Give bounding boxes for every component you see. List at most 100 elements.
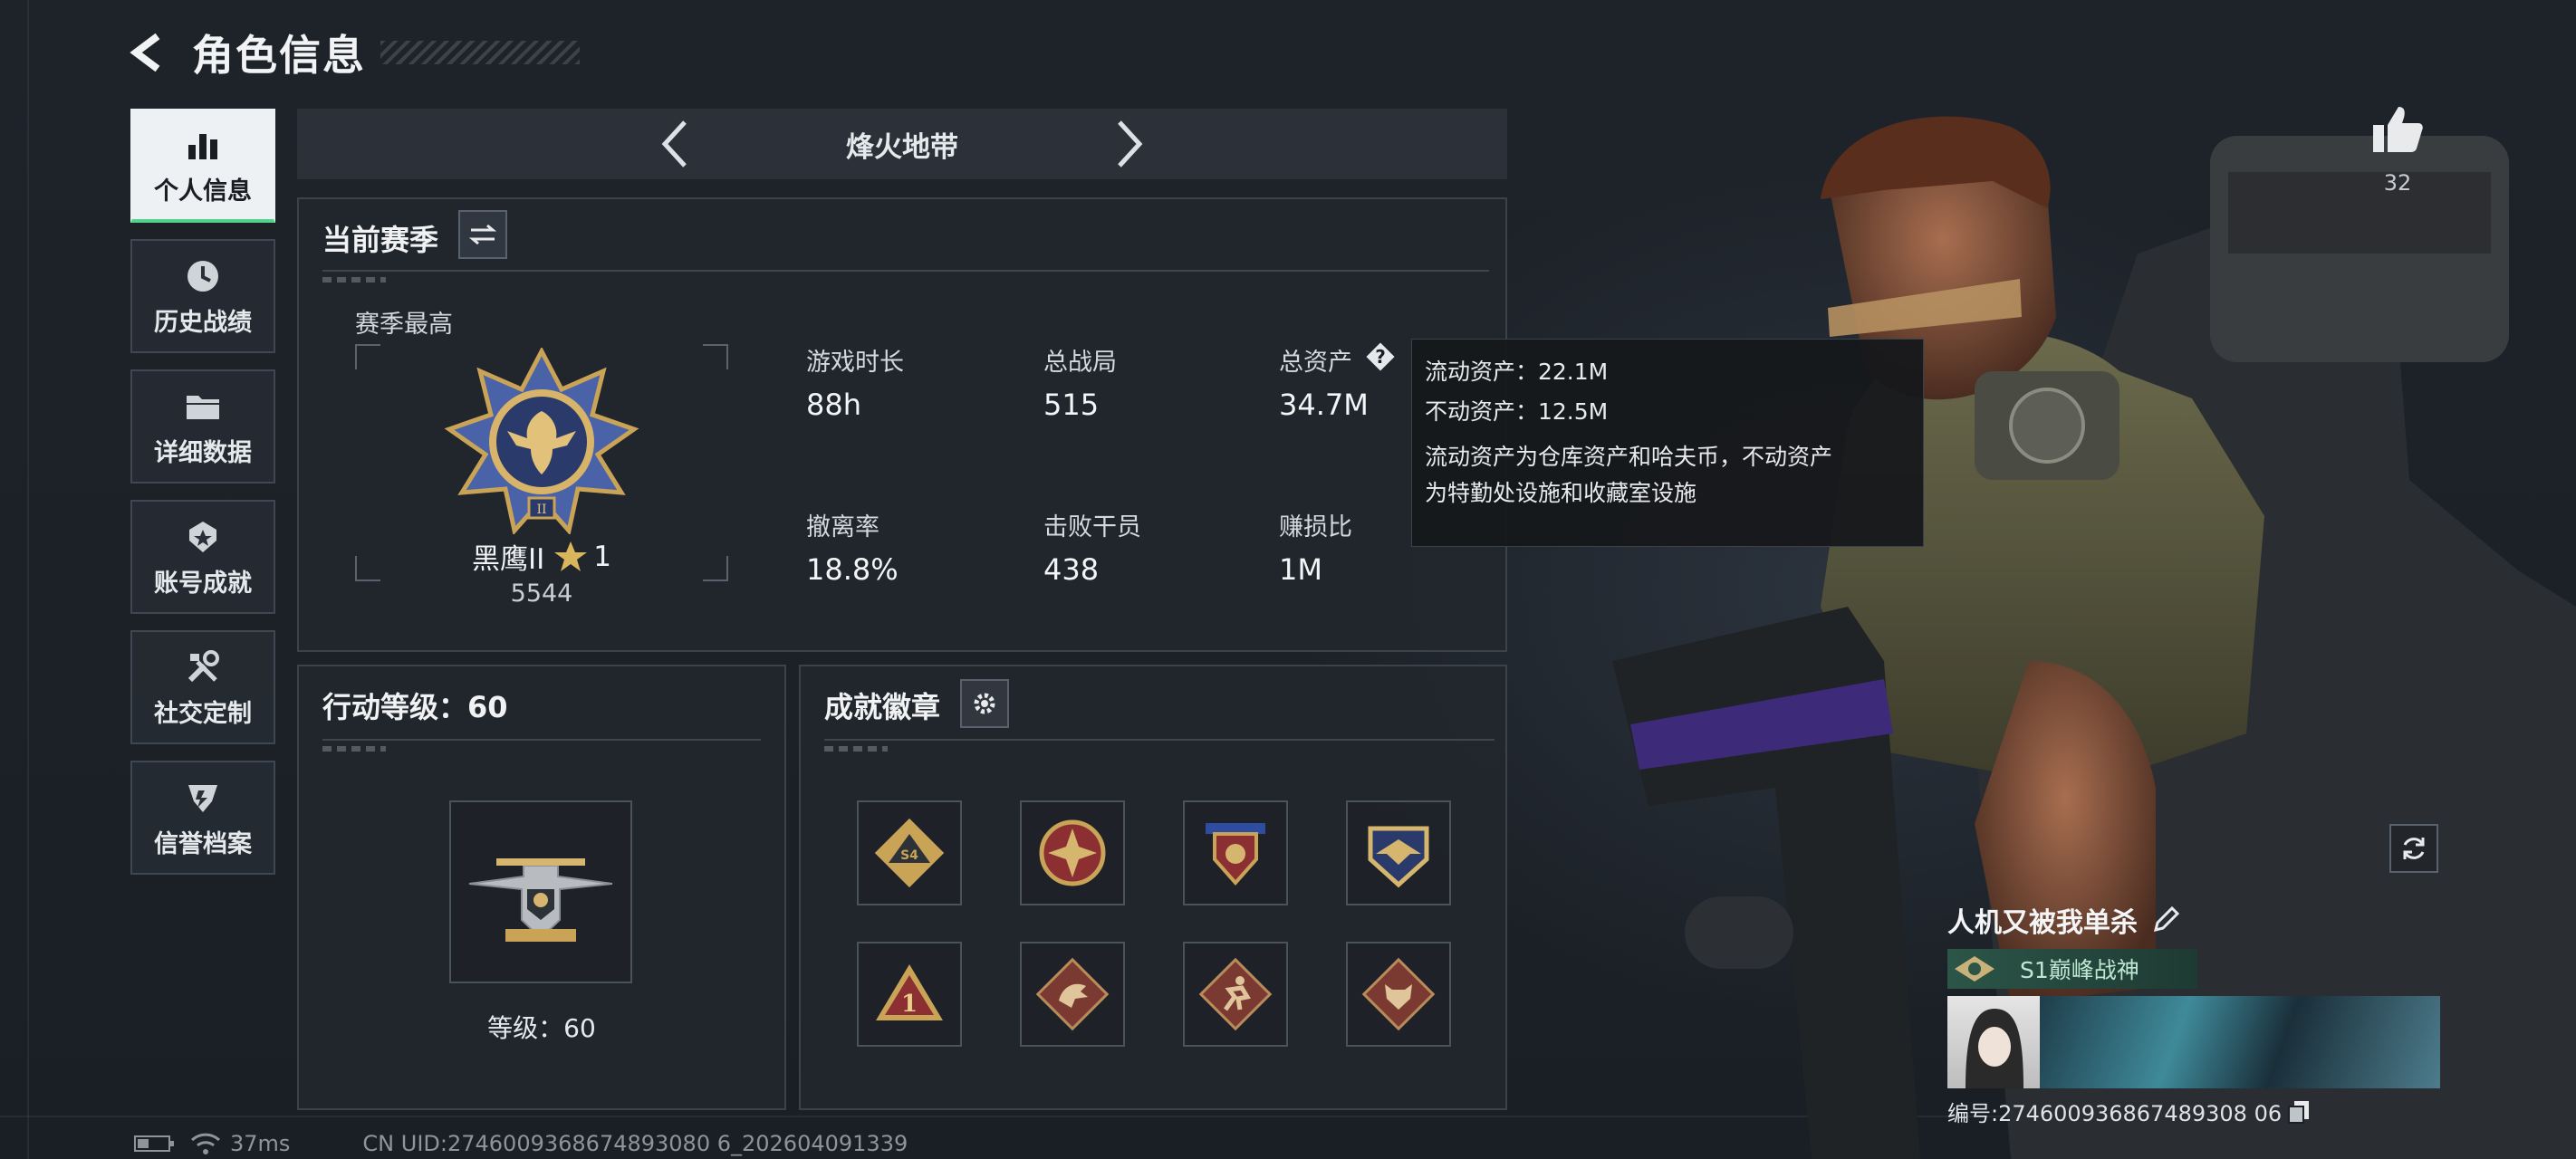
- bar-chart-icon: [182, 124, 224, 166]
- reputation-icon: [182, 777, 224, 819]
- sidebar: 个人信息 历史战绩 详细数据 账号成就 社交定制 信誉档案: [130, 109, 277, 891]
- refresh-icon: [2403, 838, 2425, 859]
- star-icon: [554, 541, 588, 571]
- svg-text:?: ?: [1375, 346, 1386, 368]
- thumbs-up-icon[interactable]: [2369, 101, 2426, 158]
- level-emblem-frame: [449, 800, 632, 983]
- stat-value-total-assets: 34.7M: [1279, 388, 1369, 422]
- sidebar-item-social-custom[interactable]: 社交定制: [130, 630, 275, 744]
- achievement-badge-dragon[interactable]: [1020, 942, 1125, 1047]
- clock-icon: [182, 255, 224, 297]
- status-bar: 37ms CN UID:2746009368674893080 6_202604…: [134, 1130, 908, 1157]
- swap-icon: [469, 224, 496, 245]
- svg-text:S4: S4: [900, 848, 918, 863]
- copy-icon[interactable]: [2287, 1099, 2311, 1125]
- wifi-icon: [190, 1133, 221, 1154]
- refresh-button[interactable]: [2389, 824, 2438, 873]
- tools-icon: [182, 647, 224, 688]
- avatar[interactable]: [1947, 996, 2040, 1088]
- rank-name: 黑鹰II: [471, 543, 545, 576]
- level-text: 等级：60: [487, 1013, 596, 1043]
- sidebar-item-label: 详细数据: [154, 438, 252, 467]
- divider: [824, 739, 1495, 741]
- stat-value-total-matches: 515: [1043, 388, 1100, 422]
- tooltip-description-line2: 为特勤处设施和收藏室设施: [1425, 480, 1697, 506]
- assets-tooltip: 流动资产：22.1M 不动资产：12.5M 流动资产为仓库资产和哈夫币，不动资产…: [1411, 339, 1924, 547]
- divider-decoration: [322, 746, 386, 752]
- page-header: 角色信息: [127, 24, 580, 81]
- gear-icon: [974, 693, 995, 714]
- tooltip-fixed-assets: 不动资产：12.5M: [1425, 398, 1609, 425]
- achievement-badge-number-one[interactable]: 1: [857, 942, 962, 1047]
- rank-name-row: 黑鹰II 1: [355, 536, 728, 577]
- edit-name-icon[interactable]: [2150, 905, 2181, 935]
- rank-stars: 1: [593, 540, 612, 573]
- sidebar-item-label: 个人信息: [154, 177, 252, 206]
- player-title-badge[interactable]: S1巅峰战神: [1947, 949, 2197, 989]
- tooltip-description-line1: 流动资产为仓库资产和哈夫币，不动资产: [1425, 444, 1833, 470]
- sidebar-item-personal-info[interactable]: 个人信息: [130, 109, 275, 223]
- achievement-badge-wolf[interactable]: [1346, 942, 1451, 1047]
- achievement-badge-eagle[interactable]: [1346, 800, 1451, 905]
- switch-season-button[interactable]: [458, 210, 507, 259]
- sidebar-item-label: 信誉档案: [154, 829, 252, 858]
- stat-value-profit-loss-ratio: 1M: [1279, 552, 1322, 587]
- achievement-badge-s4[interactable]: S4: [857, 800, 962, 905]
- rank-score: 5544: [510, 580, 573, 608]
- sidebar-item-label: 历史战绩: [154, 308, 252, 337]
- sidebar-item-reputation[interactable]: 信誉档案: [130, 761, 275, 875]
- player-banner[interactable]: [1947, 996, 2440, 1088]
- uid-text: CN UID:2746009368674893080 6_20260409133…: [362, 1131, 908, 1156]
- achievement-badge-runner[interactable]: [1183, 942, 1288, 1047]
- stat-label-total-matches: 总战局: [1043, 349, 1117, 377]
- divider: [322, 270, 1489, 272]
- achievement-badge-compass[interactable]: [1020, 800, 1125, 905]
- action-level-title: 行动等级：60: [322, 690, 508, 724]
- divider-decoration: [322, 277, 386, 283]
- stat-value-extraction-rate: 18.8%: [806, 552, 899, 587]
- next-mode-button[interactable]: [1101, 117, 1156, 171]
- sidebar-item-achievements[interactable]: 账号成就: [130, 500, 275, 614]
- banner-image: [2040, 996, 2440, 1088]
- svg-text:1: 1: [901, 991, 918, 1018]
- grid-line: [27, 0, 29, 1159]
- stat-value-play-time: 88h: [806, 388, 861, 422]
- achievements-title: 成就徽章: [824, 690, 941, 724]
- page-title: 角色信息: [192, 31, 366, 80]
- folder-icon: [182, 386, 224, 427]
- help-icon[interactable]: ?: [1364, 340, 1397, 373]
- tooltip-liquid-assets: 流动资产：22.1M: [1425, 359, 1609, 385]
- achievement-settings-button[interactable]: [960, 679, 1009, 728]
- player-card: 人机又被我单杀 S1巅峰战神 编号:274600936867489308 06: [1947, 900, 2440, 1127]
- stat-value-operators-defeated: 438: [1043, 552, 1100, 587]
- stat-label-total-assets: 总资产: [1279, 349, 1352, 377]
- player-name: 人机又被我单杀: [1947, 907, 2138, 939]
- stat-label-operators-defeated: 击败干员: [1043, 513, 1141, 541]
- svg-text:II: II: [536, 503, 546, 517]
- sidebar-item-history[interactable]: 历史战绩: [130, 239, 275, 353]
- black-hawk-rank-emblem: II: [444, 348, 639, 534]
- mode-selector: 烽火地带: [297, 109, 1507, 179]
- prev-mode-button[interactable]: [649, 117, 703, 171]
- divider: [322, 739, 761, 741]
- season-title: 当前赛季: [322, 223, 439, 257]
- like-count: 32: [2383, 170, 2412, 196]
- sidebar-item-label: 社交定制: [154, 699, 252, 728]
- back-arrow-icon[interactable]: [127, 31, 170, 74]
- stat-label-profit-loss-ratio: 赚损比: [1279, 513, 1352, 541]
- achievement-icon: [182, 516, 224, 558]
- stat-label-extraction-rate: 撤离率: [806, 513, 879, 541]
- title-emblem-icon: [1955, 956, 1994, 982]
- ping-text: 37ms: [230, 1131, 291, 1156]
- battery-icon: [134, 1135, 174, 1152]
- sidebar-item-label: 账号成就: [154, 569, 252, 598]
- title-decoration: [380, 41, 580, 64]
- helicopter-emblem: [468, 858, 613, 942]
- sidebar-item-detailed-data[interactable]: 详细数据: [130, 369, 275, 484]
- player-title: S1巅峰战神: [2020, 957, 2139, 983]
- season-best-label: 赛季最高: [355, 311, 453, 339]
- mode-name: 烽火地带: [846, 130, 958, 164]
- player-id: 编号:274600936867489308 06: [1947, 1101, 2283, 1126]
- divider-decoration: [824, 746, 888, 752]
- achievement-badge-shield[interactable]: [1183, 800, 1288, 905]
